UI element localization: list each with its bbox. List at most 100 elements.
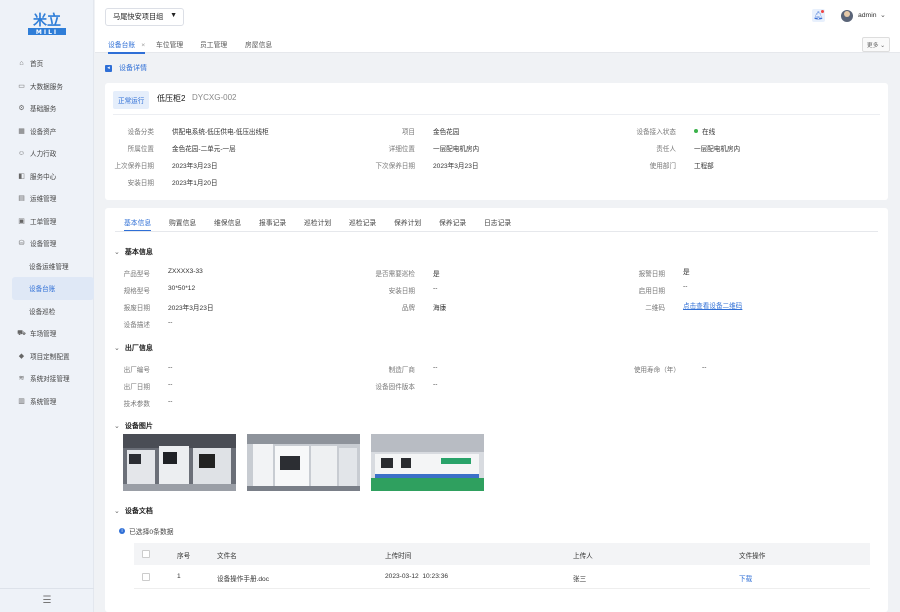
- field-label: 设备固件版本: [375, 384, 415, 391]
- collapse-menu-icon[interactable]: ☰: [0, 588, 94, 612]
- section-device-images[interactable]: ⌄ 设备图片: [114, 421, 153, 431]
- device-photo[interactable]: [371, 434, 484, 491]
- field-value: 30*50*12: [168, 285, 196, 292]
- sidebar-sub-device-ops[interactable]: 设备运维管理: [0, 255, 94, 278]
- section-basic-info[interactable]: ⌄ 基本信息: [114, 247, 153, 257]
- tab-report-records[interactable]: 报事记录: [259, 217, 286, 227]
- tab-upkeep-records[interactable]: 保养记录: [439, 217, 466, 227]
- sidebar-item-service[interactable]: ◧ 服务中心: [0, 165, 94, 188]
- tab-staff[interactable]: 员工管理: [200, 39, 227, 49]
- service-icon: ◧: [18, 172, 25, 180]
- tab-basic-info[interactable]: 基本信息: [124, 217, 152, 232]
- row-number: 1: [177, 573, 181, 580]
- sidebar-item-ops[interactable]: ▤ 运维管理: [0, 187, 94, 210]
- sidebar-item-custom[interactable]: ◆ 项目定制配置: [0, 345, 94, 368]
- device-photo[interactable]: [247, 434, 360, 491]
- sidebar-item-label: 基础服务: [30, 106, 57, 114]
- sidebar-item-integration[interactable]: ≋ 系统对接管理: [0, 367, 94, 390]
- field-value: ZXXXX3-33: [168, 268, 203, 275]
- monitor-icon: ▭: [18, 82, 25, 90]
- sidebar-item-label: 系统管理: [30, 398, 57, 406]
- device-photo[interactable]: [123, 434, 236, 491]
- tab-device-ledger[interactable]: 设备台账 ×: [108, 39, 146, 54]
- field-value: 海康: [433, 305, 447, 312]
- tab-maintenance-info[interactable]: 维保信息: [214, 217, 241, 227]
- selection-text: 已选择0条数据: [129, 529, 174, 536]
- breadcrumb-label: 设备详情: [119, 65, 147, 72]
- field-label: 技术参数: [123, 401, 150, 408]
- tab-upkeep-plan[interactable]: 保养计划: [394, 217, 421, 227]
- table-header: 序号 文件名 上传时间 上传人 文件操作: [134, 543, 870, 565]
- chevron-down-icon[interactable]: ⌄: [880, 11, 886, 19]
- back-icon[interactable]: ◂: [105, 64, 112, 72]
- sidebar-item-label: 设备运维管理: [29, 263, 69, 271]
- field-value: 2023年1月20日: [172, 180, 218, 187]
- field-value: --: [168, 398, 173, 405]
- section-factory-info[interactable]: ⌄ 出厂信息: [114, 343, 153, 353]
- sidebar-sub-device-inspection[interactable]: 设备巡检: [0, 300, 94, 323]
- sidebar-item-orders[interactable]: ▣ 工单管理: [0, 210, 94, 233]
- notification-dot: [821, 10, 824, 13]
- field-label: 是否需要巡检: [375, 271, 415, 278]
- section-device-docs[interactable]: ⌄ 设备文档: [114, 506, 153, 516]
- uploader: 张三: [573, 576, 587, 583]
- sidebar-item-home[interactable]: ⌂ 首页: [0, 52, 94, 75]
- selection-info: i 已选择0条数据: [119, 526, 174, 536]
- caret-down-icon: ▼: [170, 12, 177, 19]
- people-icon: ☺: [17, 149, 26, 157]
- gear-icon: ⚙: [18, 105, 25, 113]
- field-label: 启用日期: [638, 288, 665, 295]
- tab-label: 设备台账: [108, 42, 136, 49]
- field-label: 品牌: [401, 305, 415, 312]
- project-select[interactable]: 马尾快安项目组 ▼: [105, 8, 184, 26]
- field-label: 使用部门: [649, 163, 676, 170]
- field-label: 二维码: [645, 305, 665, 312]
- sidebar-item-parking[interactable]: ⛟ 车场管理: [0, 322, 94, 345]
- sidebar-item-hr[interactable]: ☺ 人力行政: [0, 142, 94, 165]
- tab-parking[interactable]: 车位管理: [156, 39, 183, 49]
- column-header: 文件操作: [739, 553, 766, 560]
- select-all-checkbox[interactable]: [142, 550, 150, 558]
- username[interactable]: admin: [858, 12, 877, 19]
- field-value: --: [702, 364, 707, 371]
- tab-inspection-plan[interactable]: 巡检计划: [304, 217, 331, 227]
- field-value: --: [168, 381, 173, 388]
- sidebar-item-system[interactable]: ▥ 系统管理: [0, 390, 94, 413]
- field-label: 产品型号: [123, 271, 150, 278]
- sidebar-item-label: 服务中心: [30, 173, 57, 181]
- tab-house[interactable]: 房屋信息: [245, 39, 272, 49]
- row-checkbox[interactable]: [142, 573, 150, 581]
- field-label: 项目: [401, 129, 415, 136]
- system-icon: ▥: [18, 397, 25, 405]
- upload-time: 2023-03-12 10:23:36: [385, 573, 449, 580]
- tab-inspection-records[interactable]: 巡检记录: [349, 217, 376, 227]
- qrcode-link[interactable]: 点击查看设备二维码: [683, 300, 742, 310]
- field-label: 上次保养日期: [114, 163, 154, 170]
- chevron-down-icon: ⌄: [114, 249, 120, 256]
- chevron-down-icon: ⌄: [114, 423, 120, 430]
- sidebar-item-bigdata[interactable]: ▭ 大数据服务: [0, 75, 94, 98]
- bell-icon[interactable]: 🔔︎: [812, 9, 825, 22]
- column-header: 序号: [177, 553, 191, 560]
- avatar[interactable]: [841, 10, 853, 22]
- field-value: --: [683, 283, 688, 290]
- sidebar-item-basic[interactable]: ⚙ 基础服务: [0, 97, 94, 120]
- sidebar-sub-device-ledger[interactable]: 设备台账: [12, 277, 94, 300]
- car-icon: ⛟: [17, 329, 26, 337]
- download-link[interactable]: 下载: [739, 573, 752, 583]
- column-header: 上传人: [573, 553, 593, 560]
- close-icon[interactable]: ×: [141, 42, 145, 49]
- tab-log-records[interactable]: 日志记录: [484, 217, 511, 227]
- tab-purchase-info[interactable]: 购置信息: [169, 217, 196, 227]
- breadcrumb[interactable]: ◂ 设备详情: [105, 63, 147, 73]
- field-label: 制造厂商: [388, 367, 415, 374]
- sidebar-item-device-mgmt[interactable]: ⛁ 设备管理: [0, 232, 94, 255]
- more-button[interactable]: 更多 ⌄: [861, 37, 890, 52]
- field-label: 详细位置: [388, 146, 415, 153]
- order-icon: ▣: [18, 217, 25, 225]
- sidebar-item-assets[interactable]: ▦ 设备资产: [0, 120, 94, 143]
- online-status: 在线: [694, 126, 715, 136]
- section-title: 设备图片: [124, 423, 153, 430]
- project-select-value: 马尾快安项目组: [113, 12, 164, 21]
- field-label: 设备分类: [127, 129, 154, 136]
